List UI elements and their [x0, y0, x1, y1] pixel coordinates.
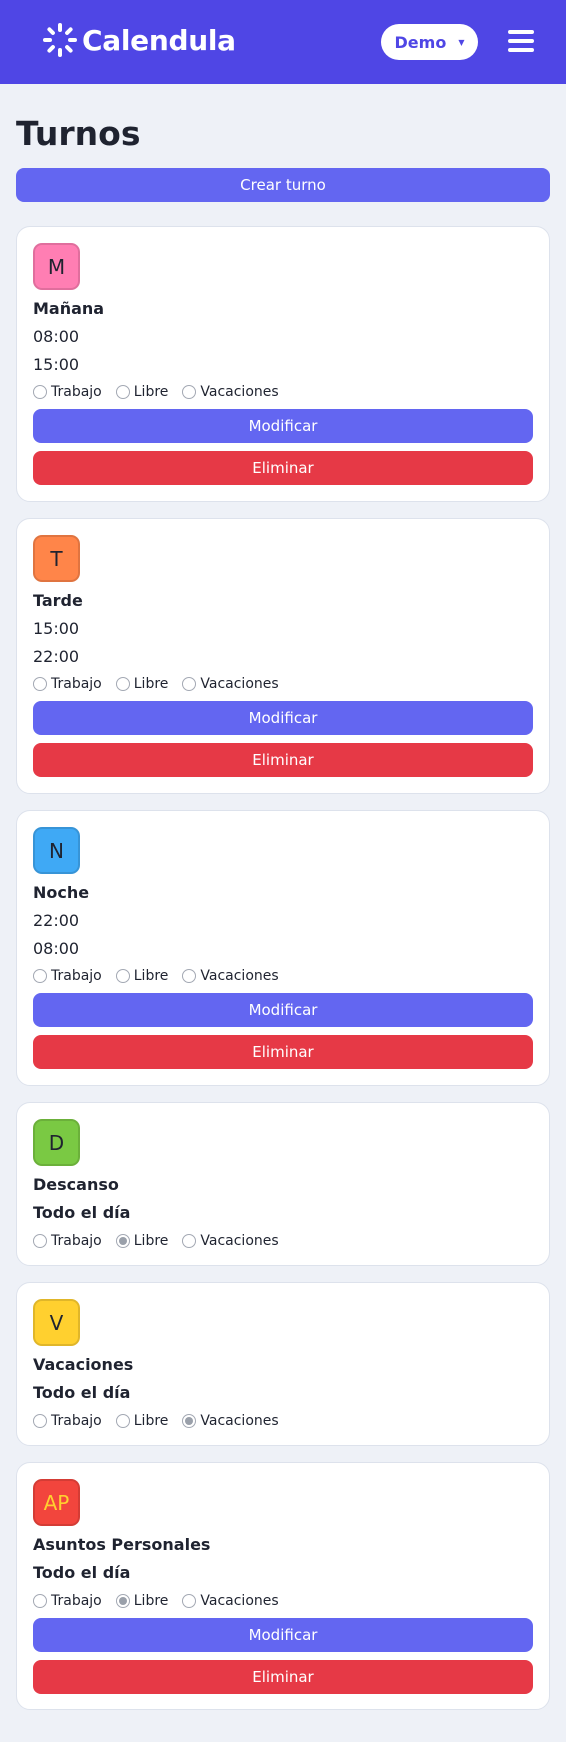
shift-badge: D [33, 1119, 80, 1166]
shift-end-time: 08:00 [33, 939, 80, 958]
shift-badge: AP [33, 1479, 80, 1526]
delete-button[interactable]: Eliminar [33, 1660, 533, 1694]
app-name: Calendula [82, 23, 236, 57]
shift-type-radios: Trabajo Libre Vacaciones [33, 1593, 293, 1609]
top-navbar: Calendula Demo ▼ [0, 0, 566, 84]
shift-card: N Noche 22:00 08:00 Trabajo Libre Vacaci… [16, 810, 550, 1086]
radio-trabajo[interactable]: Trabajo [33, 676, 102, 692]
create-shift-button[interactable]: Crear turno [16, 168, 550, 202]
shift-type-radios: Trabajo Libre Vacaciones [33, 676, 293, 692]
shift-start-time: 15:00 [33, 619, 80, 638]
shift-name: Mañana [33, 299, 105, 318]
shift-name: Descanso [33, 1175, 119, 1194]
delete-button[interactable]: Eliminar [33, 743, 533, 777]
shift-card: M Mañana 08:00 15:00 Trabajo Libre Vacac… [16, 226, 550, 502]
shift-end-time: 22:00 [33, 647, 80, 666]
user-select-value: Demo [394, 32, 447, 52]
modify-button[interactable]: Modificar [33, 701, 533, 735]
shift-type-radios: Trabajo Libre Vacaciones [33, 968, 293, 984]
shift-card: AP Asuntos Personales Todo el día Trabaj… [16, 1462, 550, 1710]
shift-type-radios: Trabajo Libre Vacaciones [33, 1413, 293, 1429]
radio-libre[interactable]: Libre [115, 1233, 168, 1249]
modify-button[interactable]: Modificar [33, 409, 533, 443]
shift-name: Vacaciones [33, 1355, 134, 1374]
modify-button[interactable]: Modificar [33, 993, 533, 1027]
calendula-flower-icon [43, 23, 77, 57]
caret-down-icon: ▼ [458, 37, 465, 47]
radio-libre[interactable]: Libre [115, 968, 168, 984]
radio-vacaciones[interactable]: Vacaciones [182, 384, 279, 400]
shift-end-time: 15:00 [33, 355, 80, 374]
radio-vacaciones[interactable]: Vacaciones [182, 1233, 279, 1249]
radio-libre[interactable]: Libre [115, 1593, 168, 1609]
delete-button[interactable]: Eliminar [33, 1035, 533, 1069]
page-title: Turnos [16, 114, 141, 153]
radio-vacaciones[interactable]: Vacaciones [182, 1413, 279, 1429]
shift-card: D Descanso Todo el día Trabajo Libre Vac… [16, 1102, 550, 1266]
shift-start-time: 08:00 [33, 327, 80, 346]
user-select[interactable]: Demo ▼ [381, 24, 478, 60]
shift-name: Noche [33, 883, 90, 902]
modify-button[interactable]: Modificar [33, 1618, 533, 1652]
shift-all-day: Todo el día [33, 1563, 131, 1582]
radio-vacaciones[interactable]: Vacaciones [182, 968, 279, 984]
shift-name: Tarde [33, 591, 83, 610]
radio-vacaciones[interactable]: Vacaciones [182, 676, 279, 692]
radio-trabajo[interactable]: Trabajo [33, 1233, 102, 1249]
shift-badge: T [33, 535, 80, 582]
shift-all-day: Todo el día [33, 1383, 131, 1402]
radio-trabajo[interactable]: Trabajo [33, 384, 102, 400]
shift-card: V Vacaciones Todo el día Trabajo Libre V… [16, 1282, 550, 1446]
shift-badge: N [33, 827, 80, 874]
shift-type-radios: Trabajo Libre Vacaciones [33, 1233, 293, 1249]
radio-trabajo[interactable]: Trabajo [33, 1593, 102, 1609]
hamburger-menu-icon[interactable] [508, 30, 534, 52]
radio-libre[interactable]: Libre [115, 384, 168, 400]
app-logo[interactable]: Calendula [42, 22, 236, 58]
shift-card: T Tarde 15:00 22:00 Trabajo Libre Vacaci… [16, 518, 550, 794]
shift-badge: V [33, 1299, 80, 1346]
radio-libre[interactable]: Libre [115, 676, 168, 692]
radio-vacaciones[interactable]: Vacaciones [182, 1593, 279, 1609]
radio-trabajo[interactable]: Trabajo [33, 1413, 102, 1429]
shift-type-radios: Trabajo Libre Vacaciones [33, 384, 293, 400]
radio-libre[interactable]: Libre [115, 1413, 168, 1429]
shift-all-day: Todo el día [33, 1203, 131, 1222]
radio-trabajo[interactable]: Trabajo [33, 968, 102, 984]
shift-start-time: 22:00 [33, 911, 80, 930]
delete-button[interactable]: Eliminar [33, 451, 533, 485]
shift-name: Asuntos Personales [33, 1535, 211, 1554]
shift-badge: M [33, 243, 80, 290]
